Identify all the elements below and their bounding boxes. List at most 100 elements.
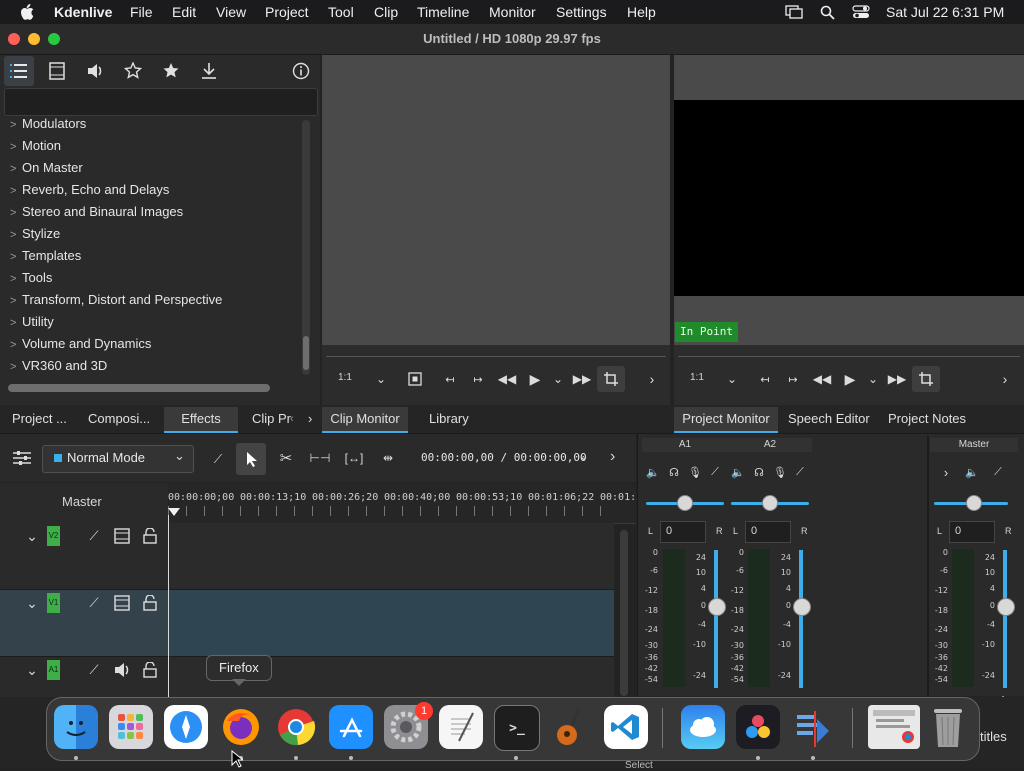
- ripple-tool-icon[interactable]: [↔]: [344, 448, 364, 468]
- track-lane-v2[interactable]: [168, 523, 614, 590]
- effects-horizontal-scrollbar[interactable]: [8, 384, 270, 392]
- tree-item[interactable]: > Utility: [10, 312, 54, 332]
- film-strip-icon[interactable]: [112, 593, 132, 613]
- effects-scroll-thumb[interactable]: [303, 336, 309, 370]
- app-menu[interactable]: Kdenlive: [54, 4, 112, 20]
- tab-scroll-right-icon[interactable]: ›: [308, 407, 312, 431]
- chevron-down-icon[interactable]: ⌄: [549, 370, 567, 388]
- safari-icon[interactable]: [164, 705, 208, 749]
- rewind-icon[interactable]: ◀◀: [813, 370, 831, 388]
- custom-effects-icon[interactable]: [122, 60, 144, 82]
- menu-help[interactable]: Help: [627, 4, 656, 20]
- tab-project-bin[interactable]: Project ...: [12, 407, 67, 431]
- spotlight-search-icon[interactable]: [820, 5, 835, 23]
- apple-icon[interactable]: [20, 4, 34, 23]
- volume-fader-track[interactable]: [714, 550, 718, 688]
- set-out-point-icon[interactable]: ↦: [469, 370, 487, 388]
- tab-speech-editor[interactable]: Speech Editor: [788, 407, 870, 431]
- effect-wand-icon[interactable]: ⟋: [990, 464, 1006, 480]
- tree-item[interactable]: > Stylize: [10, 224, 60, 244]
- rewind-icon[interactable]: ◀◀: [498, 370, 516, 388]
- speaker-icon[interactable]: [112, 660, 132, 680]
- tree-item[interactable]: > Stereo and Binaural Images: [10, 202, 183, 222]
- tree-item[interactable]: > Templates: [10, 246, 81, 266]
- chevron-right-icon[interactable]: ›: [610, 448, 615, 466]
- tab-project-monitor[interactable]: Project Monitor: [674, 407, 778, 433]
- presentation-icon[interactable]: [791, 705, 835, 749]
- tab-scroll-left-icon[interactable]: ‹: [290, 407, 294, 431]
- menu-timeline[interactable]: Timeline: [417, 4, 469, 20]
- tree-item[interactable]: > Transform, Distort and Perspective: [10, 290, 222, 310]
- tab-library[interactable]: Library: [429, 407, 469, 431]
- weather-icon[interactable]: [681, 705, 725, 749]
- clip-monitor-ruler[interactable]: [326, 350, 666, 357]
- subtitles-tab-partial[interactable]: titles: [980, 729, 1007, 744]
- chevron-right-icon[interactable]: ›: [938, 464, 954, 480]
- mute-speaker-icon[interactable]: 🔈: [964, 464, 980, 480]
- tab-project-notes[interactable]: Project Notes: [888, 407, 966, 431]
- film-strip-icon[interactable]: [112, 526, 132, 546]
- volume-fader-handle[interactable]: [997, 598, 1015, 616]
- play-icon[interactable]: ▶: [841, 370, 859, 388]
- chrome-window-thumbnail-icon[interactable]: [868, 705, 920, 749]
- tree-item[interactable]: > Motion: [10, 136, 61, 156]
- chevron-right-icon[interactable]: ›: [996, 370, 1014, 388]
- menubar-clock[interactable]: Sat Jul 22 6:31 PM: [886, 4, 1004, 20]
- track-lane-v1[interactable]: [168, 590, 614, 657]
- volume-fader-track[interactable]: [799, 550, 803, 688]
- volume-fader-track[interactable]: [1003, 550, 1007, 688]
- volume-fader-handle[interactable]: [793, 598, 811, 616]
- auto-transition-icon[interactable]: ⟋: [207, 448, 229, 470]
- tab-compositions[interactable]: Composi...: [88, 407, 150, 431]
- menu-clip[interactable]: Clip: [374, 4, 398, 20]
- track-effect-wand-icon[interactable]: ⟋: [84, 526, 104, 546]
- tree-item[interactable]: > VR360 and 3D: [10, 356, 107, 376]
- screen-mirror-icon[interactable]: [785, 5, 803, 22]
- lock-icon[interactable]: [140, 593, 160, 613]
- tab-clip-monitor[interactable]: Clip Monitor: [322, 407, 408, 433]
- track-name-tag[interactable]: A1: [47, 660, 60, 680]
- video-effects-icon[interactable]: [46, 60, 68, 82]
- menu-file[interactable]: File: [130, 4, 153, 20]
- favorites-star-icon[interactable]: [160, 60, 182, 82]
- microphone-icon[interactable]: 🎙: [772, 464, 788, 480]
- terminal-icon[interactable]: >_: [494, 705, 540, 751]
- app-store-icon[interactable]: [329, 705, 373, 749]
- microphone-icon[interactable]: 🎙: [687, 464, 703, 480]
- collapse-track-chevron-icon[interactable]: ⌄: [22, 526, 42, 546]
- chevron-down-icon[interactable]: ⌄: [864, 370, 882, 388]
- menu-tool[interactable]: Tool: [328, 4, 354, 20]
- tree-item[interactable]: > Modulators: [10, 114, 86, 134]
- chevron-down-icon[interactable]: ⌄: [578, 448, 589, 464]
- garageband-guitar-icon[interactable]: [549, 705, 593, 749]
- fit-frame-icon[interactable]: [406, 370, 424, 388]
- lock-icon[interactable]: [140, 660, 160, 680]
- fast-forward-icon[interactable]: ▶▶: [888, 370, 906, 388]
- menu-project[interactable]: Project: [265, 4, 309, 20]
- track-name-tag[interactable]: V1: [47, 593, 60, 613]
- fast-forward-icon[interactable]: ▶▶: [573, 370, 591, 388]
- lock-icon[interactable]: [140, 526, 160, 546]
- tree-item[interactable]: > Reverb, Echo and Delays: [10, 180, 169, 200]
- collapse-track-chevron-icon[interactable]: ⌄: [22, 593, 42, 613]
- set-in-point-icon[interactable]: ↤: [756, 370, 774, 388]
- tab-effects[interactable]: Effects: [164, 407, 238, 433]
- spacer-tool-icon[interactable]: ⊢⊣: [310, 448, 331, 468]
- headphones-icon[interactable]: ☊: [666, 464, 682, 480]
- menu-view[interactable]: View: [216, 4, 246, 20]
- chevron-down-icon[interactable]: ⌄: [723, 370, 741, 388]
- headphones-icon[interactable]: ☊: [751, 464, 767, 480]
- vscode-icon[interactable]: [604, 705, 648, 749]
- timeline-timecode[interactable]: 00:00:00,00 / 00:00:00,00: [421, 451, 587, 464]
- chrome-icon[interactable]: [274, 705, 318, 749]
- set-in-point-icon[interactable]: ↤: [441, 370, 459, 388]
- pan-slider-handle[interactable]: [762, 495, 778, 511]
- tree-item[interactable]: > On Master: [10, 158, 83, 178]
- track-effect-wand-icon[interactable]: ⟋: [84, 593, 104, 613]
- clip-monitor-screen[interactable]: [322, 55, 670, 345]
- mute-speaker-icon[interactable]: 🔈: [645, 464, 661, 480]
- playhead-marker-icon[interactable]: [168, 508, 180, 522]
- chevron-right-icon[interactable]: ›: [643, 370, 661, 388]
- effect-wand-icon[interactable]: ⟋: [707, 464, 723, 480]
- timeline-ruler[interactable]: [168, 483, 636, 524]
